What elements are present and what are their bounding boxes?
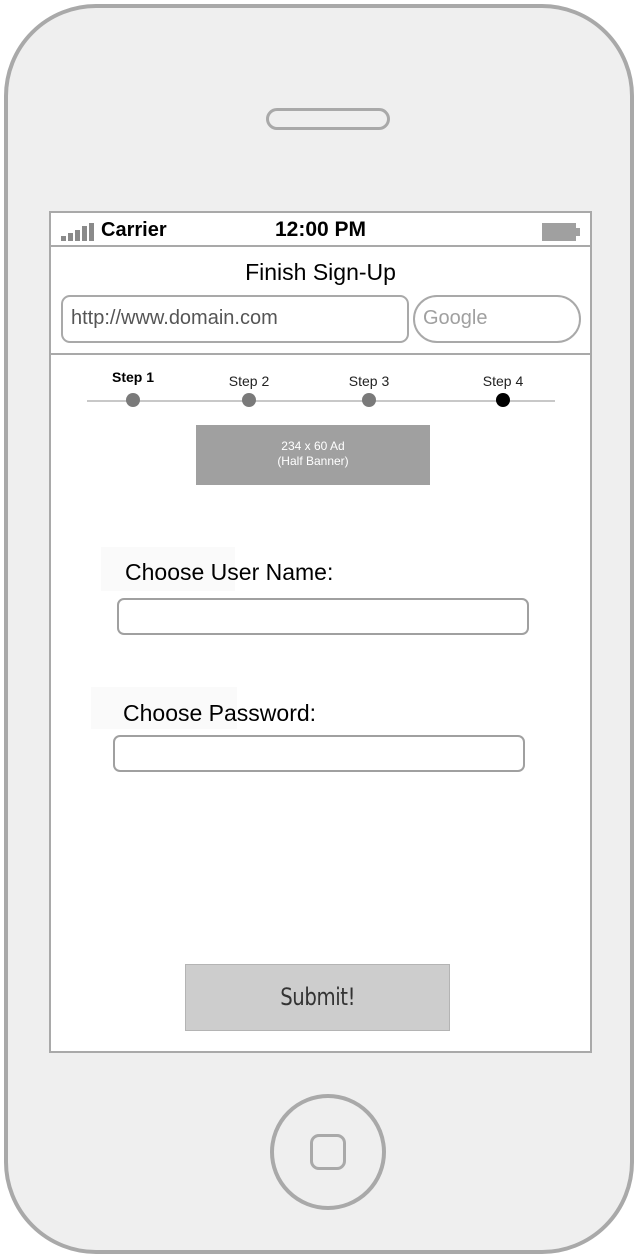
ad-type-text: (Half Banner) (277, 454, 349, 468)
url-input[interactable]: http://www.domain.com (61, 295, 409, 343)
search-input[interactable]: Google (413, 295, 581, 343)
step-3[interactable]: Step 3 (329, 355, 409, 407)
step-dot (126, 393, 140, 407)
step-2[interactable]: Step 2 (209, 355, 289, 407)
ad-size-text: 234 x 60 Ad (281, 439, 345, 453)
status-bar: Carrier 12:00 PM (51, 213, 590, 247)
submit-label: Submit! (280, 983, 355, 1011)
password-input[interactable] (113, 735, 525, 772)
page-title: Finish Sign-Up (245, 259, 396, 285)
step-progress: Step 1 Step 2 Step 3 Step 4 (51, 355, 590, 415)
step-dot (242, 393, 256, 407)
step-label: Step 1 (111, 369, 154, 385)
step-track (87, 400, 555, 402)
home-square-icon (310, 1134, 346, 1170)
speaker-grille (266, 108, 390, 130)
step-1[interactable]: Step 1 (93, 355, 173, 407)
step-label: Step 4 (482, 373, 524, 389)
username-input[interactable] (117, 598, 529, 635)
step-label: Step 3 (348, 373, 390, 389)
browser-header: Finish Sign-Up http://www.domain.com Goo… (51, 247, 590, 355)
ad-banner[interactable]: 234 x 60 Ad (Half Banner) (196, 425, 430, 485)
step-dot (362, 393, 376, 407)
home-button[interactable] (270, 1094, 386, 1210)
username-label: Choose User Name: (125, 559, 334, 585)
password-label: Choose Password: (123, 700, 317, 726)
step-4[interactable]: Step 4 (463, 355, 543, 407)
submit-button[interactable]: Submit! (185, 964, 450, 1031)
step-dot (496, 393, 510, 407)
battery-icon (542, 223, 580, 241)
status-time: 12:00 PM (274, 218, 367, 241)
step-label: Step 2 (228, 373, 270, 389)
phone-screen: Carrier 12:00 PM Finish Sign-Up http://w… (49, 211, 592, 1053)
